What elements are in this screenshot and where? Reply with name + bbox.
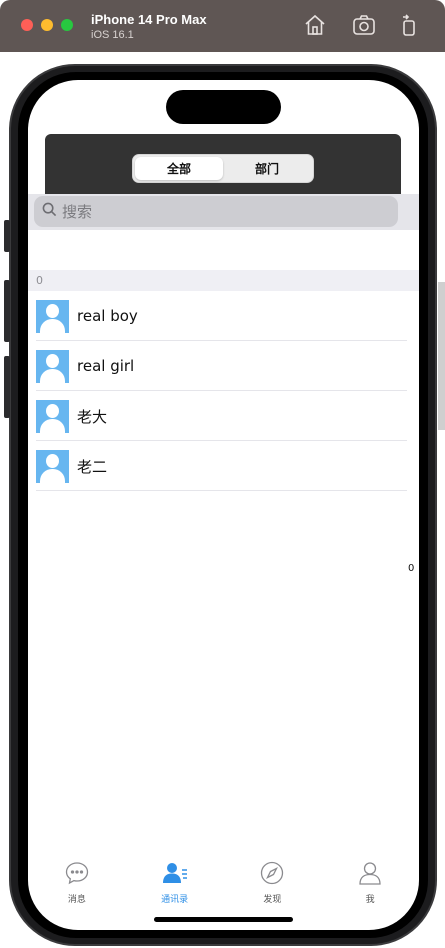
section-header: 0 <box>28 270 419 291</box>
rotate-icon[interactable] <box>397 13 421 37</box>
segment-control: 全部 部门 <box>132 154 314 183</box>
search-bar <box>28 194 419 230</box>
dynamic-island <box>166 90 281 124</box>
tab-messages[interactable]: 消息 <box>28 850 126 905</box>
search-icon <box>42 202 57 221</box>
contacts-icon <box>162 850 188 890</box>
navigation-header: 全部 部门 <box>45 134 401 194</box>
segment-department[interactable]: 部门 <box>223 157 311 180</box>
contact-name: 老二 <box>77 457 108 476</box>
simulator-device-name: iPhone 14 Pro Max <box>91 12 207 27</box>
search-input[interactable] <box>62 202 362 221</box>
tab-label: 消息 <box>67 895 86 905</box>
zoom-window-button[interactable] <box>61 19 73 31</box>
avatar <box>36 299 69 333</box>
compass-icon <box>259 850 285 890</box>
avatar <box>36 449 69 483</box>
power-button <box>438 282 445 430</box>
avatar <box>36 349 69 383</box>
volume-up-button <box>4 280 10 342</box>
avatar <box>36 399 69 433</box>
list-item[interactable]: real boy <box>28 291 419 341</box>
contact-name: real girl <box>77 357 135 375</box>
tab-label: 发现 <box>263 895 282 905</box>
tab-me[interactable]: 我 <box>321 850 419 905</box>
contact-name: real boy <box>77 307 138 325</box>
search-field[interactable] <box>34 196 398 227</box>
contact-name: 老大 <box>77 407 108 426</box>
list-item[interactable]: 老二 <box>28 441 419 491</box>
minimize-window-button[interactable] <box>41 19 53 31</box>
mute-switch <box>4 220 10 252</box>
close-window-button[interactable] <box>21 19 33 31</box>
section-index-item[interactable]: 0 <box>408 563 414 574</box>
app-screen: 全部 部门 0 real boy real girl 老大 老二 0 <box>28 80 419 930</box>
list-item[interactable]: real girl <box>28 341 419 391</box>
tab-label: 我 <box>365 895 375 905</box>
volume-down-button <box>4 356 10 418</box>
message-icon <box>64 850 90 890</box>
contact-list: real boy real girl 老大 老二 <box>28 291 419 491</box>
tab-bar: 消息 通讯录 发现 我 <box>28 850 419 905</box>
tab-label: 通讯录 <box>161 895 189 905</box>
simulator-titlebar: iPhone 14 Pro Max iOS 16.1 <box>0 0 445 52</box>
screenshot-icon[interactable] <box>352 13 376 37</box>
home-indicator <box>154 917 293 922</box>
tab-contacts[interactable]: 通讯录 <box>126 850 224 905</box>
simulator-os-version: iOS 16.1 <box>91 29 134 41</box>
tab-discover[interactable]: 发现 <box>224 850 322 905</box>
segment-all[interactable]: 全部 <box>135 157 223 180</box>
home-icon[interactable] <box>303 13 327 37</box>
profile-icon <box>357 850 383 890</box>
list-item[interactable]: 老大 <box>28 391 419 441</box>
